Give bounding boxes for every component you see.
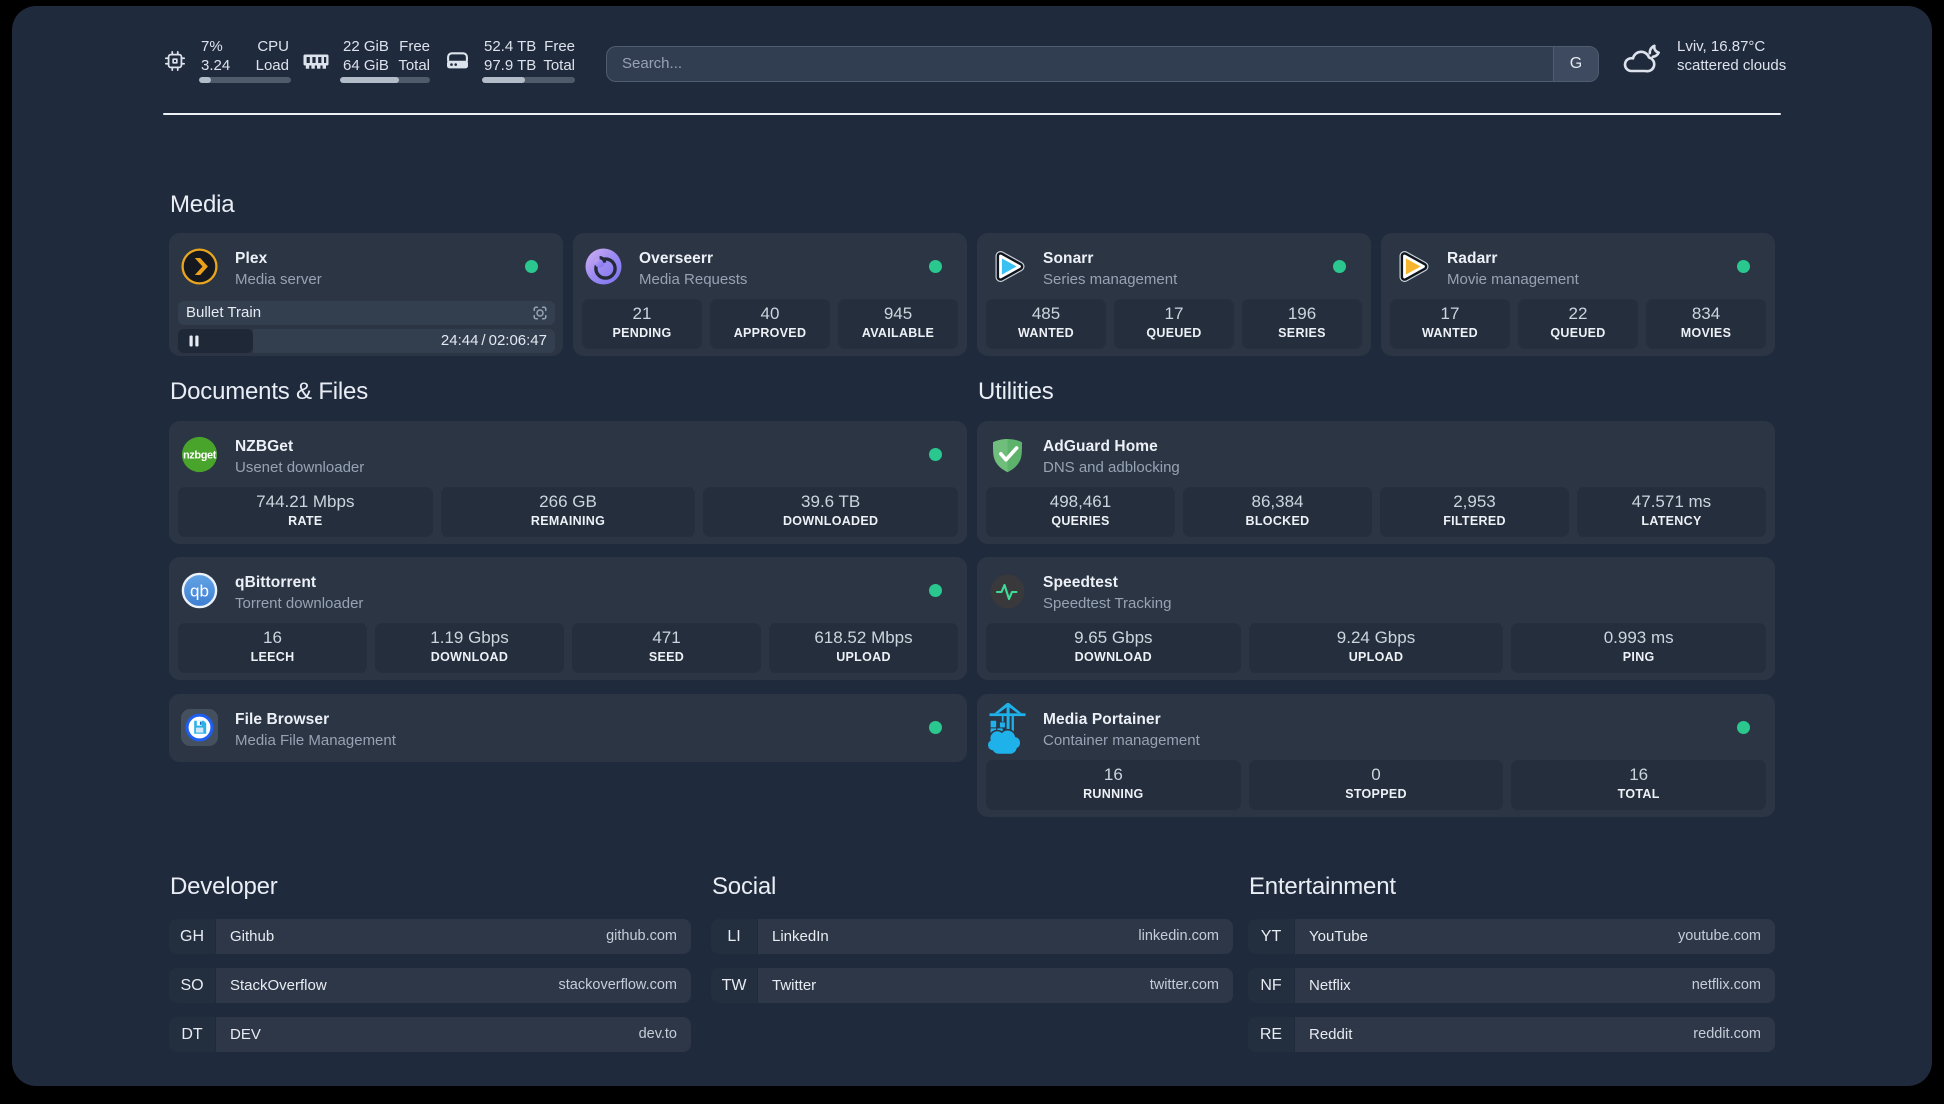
svg-text:qb: qb xyxy=(190,582,209,601)
svg-text:nzbget: nzbget xyxy=(183,450,217,462)
